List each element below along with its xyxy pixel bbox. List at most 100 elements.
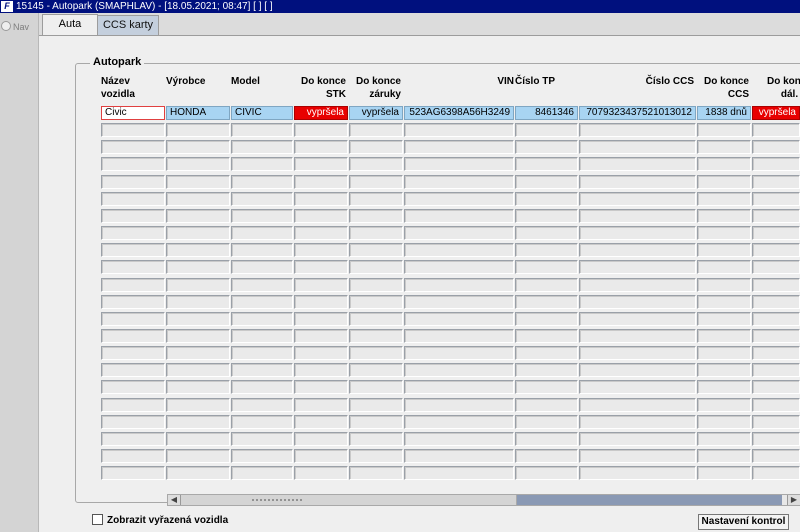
table-cell[interactable]: vypršela [294, 106, 348, 120]
empty-cell[interactable] [166, 398, 230, 412]
empty-cell[interactable] [515, 380, 578, 394]
empty-cell[interactable] [404, 346, 514, 360]
empty-cell[interactable] [294, 312, 348, 326]
empty-cell[interactable] [166, 157, 230, 171]
column-header[interactable]: Číslo CCS [579, 75, 694, 88]
empty-cell[interactable] [166, 209, 230, 223]
empty-cell[interactable] [101, 175, 165, 189]
settings-button[interactable]: Nastavení kontrol [698, 514, 789, 530]
empty-cell[interactable] [404, 157, 514, 171]
empty-cell[interactable] [697, 123, 751, 137]
empty-cell[interactable] [231, 226, 293, 240]
empty-cell[interactable] [349, 140, 403, 154]
empty-cell[interactable] [231, 157, 293, 171]
empty-cell[interactable] [697, 346, 751, 360]
empty-cell[interactable] [101, 432, 165, 446]
empty-cell[interactable] [101, 192, 165, 206]
scroll-right-icon[interactable]: ▶ [787, 495, 800, 505]
empty-cell[interactable] [349, 380, 403, 394]
tab-auta[interactable]: Auta [42, 14, 98, 36]
empty-cell[interactable] [697, 380, 751, 394]
empty-cell[interactable] [231, 432, 293, 446]
empty-cell[interactable] [404, 380, 514, 394]
empty-cell[interactable] [231, 415, 293, 429]
empty-cell[interactable] [231, 209, 293, 223]
empty-cell[interactable] [697, 243, 751, 257]
empty-cell[interactable] [515, 226, 578, 240]
empty-cell[interactable] [579, 278, 696, 292]
empty-cell[interactable] [697, 226, 751, 240]
empty-cell[interactable] [752, 243, 800, 257]
empty-cell[interactable] [515, 363, 578, 377]
empty-cell[interactable] [101, 157, 165, 171]
empty-cell[interactable] [515, 295, 578, 309]
empty-cell[interactable] [697, 329, 751, 343]
empty-cell[interactable] [101, 226, 165, 240]
empty-cell[interactable] [752, 363, 800, 377]
empty-cell[interactable] [294, 278, 348, 292]
empty-cell[interactable] [231, 449, 293, 463]
empty-cell[interactable] [166, 123, 230, 137]
empty-cell[interactable] [101, 140, 165, 154]
empty-cell[interactable] [404, 243, 514, 257]
empty-cell[interactable] [231, 329, 293, 343]
empty-cell[interactable] [294, 175, 348, 189]
empty-cell[interactable] [294, 226, 348, 240]
empty-cell[interactable] [231, 466, 293, 480]
empty-cell[interactable] [349, 175, 403, 189]
empty-cell[interactable] [231, 278, 293, 292]
empty-cell[interactable] [231, 260, 293, 274]
empty-cell[interactable] [515, 260, 578, 274]
empty-cell[interactable] [231, 312, 293, 326]
empty-cell[interactable] [404, 226, 514, 240]
empty-cell[interactable] [752, 226, 800, 240]
empty-cell[interactable] [579, 295, 696, 309]
column-header[interactable]: Do konce záruky [349, 75, 401, 101]
empty-cell[interactable] [166, 380, 230, 394]
empty-cell[interactable] [166, 260, 230, 274]
empty-cell[interactable] [166, 192, 230, 206]
empty-cell[interactable] [166, 175, 230, 189]
empty-cell[interactable] [752, 449, 800, 463]
empty-cell[interactable] [579, 140, 696, 154]
empty-cell[interactable] [349, 192, 403, 206]
empty-cell[interactable] [752, 380, 800, 394]
empty-cell[interactable] [349, 123, 403, 137]
empty-cell[interactable] [752, 346, 800, 360]
empty-cell[interactable] [579, 449, 696, 463]
empty-cell[interactable] [294, 157, 348, 171]
empty-cell[interactable] [349, 209, 403, 223]
empty-cell[interactable] [752, 295, 800, 309]
empty-cell[interactable] [404, 363, 514, 377]
empty-cell[interactable] [231, 123, 293, 137]
column-header[interactable]: Název vozidla [101, 75, 165, 101]
empty-cell[interactable] [515, 346, 578, 360]
empty-cell[interactable] [404, 295, 514, 309]
empty-cell[interactable] [697, 140, 751, 154]
empty-cell[interactable] [404, 175, 514, 189]
empty-cell[interactable] [349, 312, 403, 326]
empty-cell[interactable] [697, 415, 751, 429]
empty-cell[interactable] [294, 140, 348, 154]
empty-cell[interactable] [101, 363, 165, 377]
empty-cell[interactable] [579, 312, 696, 326]
empty-cell[interactable] [101, 312, 165, 326]
empty-cell[interactable] [697, 466, 751, 480]
empty-cell[interactable] [579, 380, 696, 394]
nav-button[interactable]: Nav [0, 21, 38, 34]
empty-cell[interactable] [166, 466, 230, 480]
empty-cell[interactable] [294, 415, 348, 429]
empty-cell[interactable] [697, 157, 751, 171]
column-header[interactable]: Model [231, 75, 293, 88]
empty-cell[interactable] [404, 123, 514, 137]
empty-cell[interactable] [404, 415, 514, 429]
empty-cell[interactable] [294, 466, 348, 480]
show-removed-checkbox[interactable]: Zobrazit vyřazená vozidla [92, 514, 228, 526]
empty-cell[interactable] [404, 312, 514, 326]
column-header[interactable]: Do konce dál. zn [752, 75, 800, 101]
empty-cell[interactable] [294, 398, 348, 412]
empty-cell[interactable] [579, 175, 696, 189]
empty-cell[interactable] [166, 278, 230, 292]
empty-cell[interactable] [166, 432, 230, 446]
empty-cell[interactable] [752, 209, 800, 223]
